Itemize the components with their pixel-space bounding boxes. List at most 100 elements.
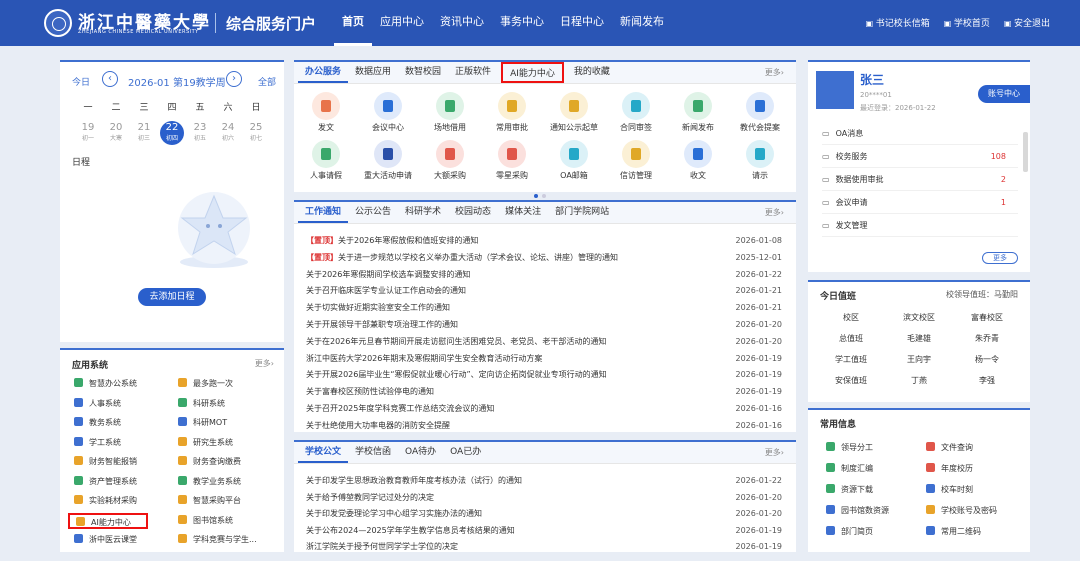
app-item[interactable]: 智慧采购平台 [172, 493, 278, 509]
info-item[interactable]: 资源下载 [826, 484, 873, 495]
service-item[interactable]: 合同审签 [606, 92, 666, 133]
notice-row[interactable]: 关于召开临床医学专业认证工作启动会的通知 2026-01-21 [306, 282, 782, 299]
university-logo-icon[interactable] [44, 9, 72, 37]
tab-research[interactable]: 科研学术 [398, 202, 448, 223]
service-item[interactable]: 发文 [296, 92, 356, 133]
service-item[interactable]: 常用审批 [482, 92, 542, 133]
tab-oa-todo[interactable]: OA待办 [398, 442, 443, 463]
profile-item[interactable]: OA消息 [822, 123, 1018, 145]
app-item[interactable]: 研究生系统 [172, 435, 278, 451]
app-item[interactable]: 财务智能报销 [68, 454, 174, 470]
tab-office-services[interactable]: 办公服务 [298, 62, 349, 83]
service-item[interactable]: OA邮箱 [544, 140, 604, 181]
profile-item[interactable]: 数据使用审批2 [822, 169, 1018, 191]
app-item[interactable]: 最多跑一次 [172, 376, 278, 392]
document-row[interactable]: 关于印发党委理论学习中心组学习实施办法的通知 2026-01-20 [306, 505, 782, 522]
calendar-day[interactable]: 19 初一 [74, 123, 102, 144]
info-item[interactable]: 校车时刻 [926, 484, 973, 495]
app-item[interactable]: 浙中医云课堂 [68, 532, 174, 548]
office-more-link[interactable]: 更多› [765, 67, 784, 78]
calendar-day[interactable]: 21 初三 [130, 123, 158, 144]
document-row[interactable]: 关于印发学生思想政治教育教师年度考核办法（试行）的通知 2026-01-22 [306, 472, 782, 489]
tab-department-sites[interactable]: 部门学院网站 [548, 202, 616, 223]
notice-row[interactable]: 【置顶】关于2026年寒假放假和值班安排的通知 2026-01-08 [306, 232, 782, 249]
app-item[interactable]: 人事系统 [68, 396, 174, 412]
nav-app-center[interactable]: 应用中心 [372, 0, 432, 46]
notices-more-link[interactable]: 更多› [765, 207, 784, 218]
service-item[interactable]: 场地借用 [420, 92, 480, 133]
avatar[interactable] [816, 71, 854, 109]
service-item[interactable]: 零星采购 [482, 140, 542, 181]
calendar-day-selected[interactable]: 22 初四 [160, 121, 184, 145]
app-item[interactable]: 资产管理系统 [68, 474, 174, 490]
info-item[interactable]: 年度校历 [926, 463, 973, 474]
profile-item[interactable]: 校务服务108 [822, 146, 1018, 168]
tab-favorites[interactable]: 我的收藏 [567, 62, 617, 83]
info-item[interactable]: 文件查询 [926, 442, 973, 453]
app-item[interactable]: 科研系统 [172, 396, 278, 412]
notice-row[interactable]: 关于2026年寒假期间学校选车调整安排的通知 2026-01-22 [306, 266, 782, 283]
notice-row[interactable]: 浙江中医药大学2026年期末及寒假期间学生安全教育活动行动方案 2026-01-1… [306, 350, 782, 367]
nav-news-publish[interactable]: 新闻发布 [612, 0, 672, 46]
profile-item[interactable]: 会议申请1 [822, 192, 1018, 214]
service-item[interactable]: 教代会提案 [730, 92, 790, 133]
tab-data-apps[interactable]: 数据应用 [348, 62, 398, 83]
document-row[interactable]: 浙江学院关于授予何世同学学士学位的决定 2026-01-19 [306, 538, 782, 555]
add-schedule-button[interactable]: 去添加日程 [138, 288, 206, 306]
tab-ai-center[interactable]: AI能力中心 [501, 62, 564, 83]
notice-row[interactable]: 关于召开2025年度学科竞赛工作总结交流会议的通知 2026-01-16 [306, 400, 782, 417]
school-home-link[interactable]: 学校首页 [944, 16, 990, 29]
next-week-icon[interactable]: › [226, 71, 242, 87]
profile-item[interactable]: 发文管理 [822, 215, 1018, 237]
tab-school-letters[interactable]: 学校信函 [348, 442, 398, 463]
app-item[interactable]: 教务系统 [68, 415, 174, 431]
tab-campus-news[interactable]: 校园动态 [448, 202, 498, 223]
mailbox-link[interactable]: 书记校长信箱 [866, 16, 930, 29]
notice-row[interactable]: 【置顶】关于进一步规范以学校名义举办重大活动（学术会议、论坛、讲座）管理的通知 2… [306, 249, 782, 266]
info-item[interactable]: 园书馆数资源 [826, 505, 889, 516]
today-button[interactable]: 今日 [72, 75, 90, 88]
app-item[interactable]: 学科竞赛与学生... [172, 532, 278, 548]
notice-row[interactable]: 关于切实做好近期实验室安全工作的通知 2026-01-21 [306, 299, 782, 316]
app-item[interactable]: 学工系统 [68, 435, 174, 451]
tab-licensed-software[interactable]: 正版软件 [448, 62, 498, 83]
nav-home[interactable]: 首页 [334, 0, 372, 46]
notice-row[interactable]: 关于富春校区预防性试验停电的通知 2026-01-19 [306, 383, 782, 400]
notice-row[interactable]: 关于开展领导干部兼职专项治理工作的通知 2026-01-20 [306, 316, 782, 333]
tab-school-documents[interactable]: 学校公文 [298, 442, 349, 463]
app-item[interactable]: 实验耗材采购 [68, 493, 174, 509]
calendar-day[interactable]: 20 大寒 [102, 123, 130, 144]
account-center-button[interactable]: 账号中心 [978, 85, 1030, 103]
app-item[interactable]: 教学业务系统 [172, 474, 278, 490]
service-item[interactable]: 人事请假 [296, 140, 356, 181]
tab-oa-done[interactable]: OA已办 [443, 442, 488, 463]
nav-schedule-center[interactable]: 日程中心 [552, 0, 612, 46]
app-item[interactable]: AI能力中心 [68, 512, 148, 529]
prev-week-icon[interactable]: ‹ [102, 71, 118, 87]
logout-link[interactable]: 安全退出 [1004, 16, 1050, 29]
app-item[interactable]: 科研MOT [172, 415, 278, 431]
info-item[interactable]: 常用二维码 [926, 526, 981, 537]
service-item[interactable]: 会议中心 [358, 92, 418, 133]
service-item[interactable]: 重大活动申请 [358, 140, 418, 181]
profile-scrollbar[interactable] [1023, 132, 1028, 172]
document-row[interactable]: 关于公布2024—2025学年学生教学信息员考核结果的通知 2026-01-19 [306, 522, 782, 539]
calendar-day[interactable]: 23 初五 [186, 123, 214, 144]
calendar-day[interactable]: 25 初七 [242, 123, 270, 144]
tab-work-notices[interactable]: 工作通知 [298, 202, 349, 223]
documents-more-link[interactable]: 更多› [765, 447, 784, 458]
service-item[interactable]: 收文 [668, 140, 728, 181]
service-item[interactable]: 大额采购 [420, 140, 480, 181]
tab-announcements[interactable]: 公示公告 [348, 202, 398, 223]
service-item[interactable]: 通知公示起草 [544, 92, 604, 133]
info-item[interactable]: 领导分工 [826, 442, 873, 453]
all-schedule-link[interactable]: 全部 [258, 75, 276, 88]
service-item[interactable]: 新闻发布 [668, 92, 728, 133]
profile-more-button[interactable]: 更多 [982, 252, 1018, 264]
document-row[interactable]: 关于给予傅堃教同学记过处分的决定 2026-01-20 [306, 489, 782, 506]
app-item[interactable]: 图书馆系统 [172, 513, 278, 529]
notice-row[interactable]: 关于在2026年元旦春节期间开展走访慰问生活困难党员、老党员、老干部活动的通知 2… [306, 333, 782, 350]
app-item[interactable]: 智慧办公系统 [68, 376, 174, 392]
nav-info-center[interactable]: 资讯中心 [432, 0, 492, 46]
notice-row[interactable]: 关于杜绝使用大功率电器的消防安全提醒 2026-01-16 [306, 417, 782, 434]
